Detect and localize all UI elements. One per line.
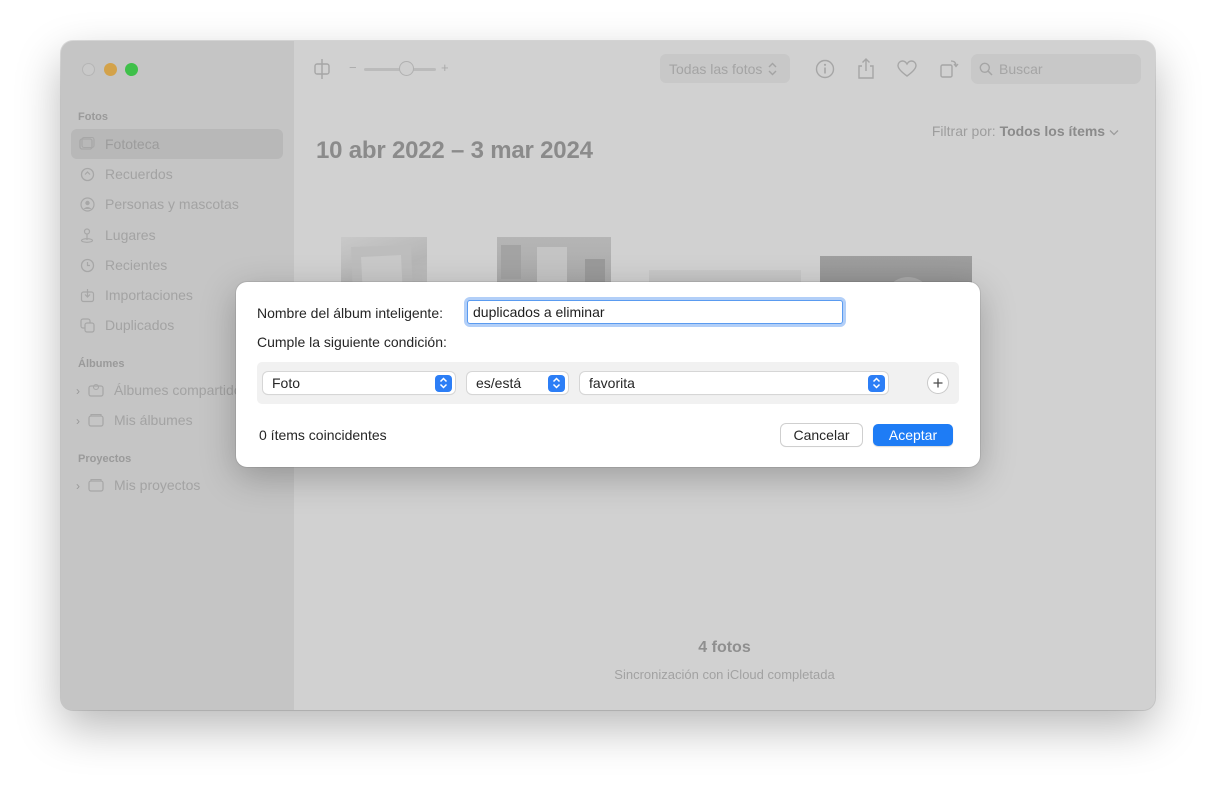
folder-icon [88,412,104,428]
field-popup[interactable]: Foto [263,372,455,394]
condition-label: Cumple la siguiente condición: [257,334,447,350]
sidebar-item-label: Recientes [105,257,168,273]
sidebar-item-label: Duplicados [105,317,175,333]
cancel-button[interactable]: Cancelar [781,424,862,446]
sidebar-item-label: Personas y mascotas [105,196,239,212]
memories-icon [79,166,95,182]
minimize-button[interactable] [104,63,117,76]
sidebar-section-proyectos: Proyectos [78,453,132,465]
date-range-title: 10 abr 2022 – 3 mar 2024 [316,137,593,164]
sidebar-item-lugares[interactable]: Lugares [71,220,283,250]
value-popup[interactable]: favorita [580,372,888,394]
sidebar-item-mis-proyectos[interactable]: Mis proyectos [80,470,284,500]
sidebar-item-label: Mis proyectos [114,477,201,493]
album-name-input[interactable] [467,300,843,324]
filter-label: Filtrar por: [931,123,996,139]
operator-popup-value: es/está [476,375,522,391]
sidebar-section-fotos: Fotos [78,111,108,123]
sync-status: Sincronización con iCloud completada [614,667,835,682]
shared-album-icon [88,382,104,398]
sidebar-item-label: Recuerdos [105,166,173,182]
condition-rule-row: Foto es/está favorita [257,362,959,404]
view-select[interactable]: Todas las fotos [660,54,790,83]
add-condition-button[interactable] [928,373,948,393]
smart-album-dialog: Nombre del álbum inteligente: Cumple la … [236,282,980,467]
rotate-icon[interactable] [938,58,960,80]
zoom-slider-knob[interactable] [400,62,413,75]
zoom-in-icon[interactable]: + [441,60,449,75]
filter-value: Todos los ítems [999,123,1106,139]
aspect-toggle-icon[interactable] [311,58,333,80]
sidebar-item-label: Importaciones [105,287,193,303]
close-button[interactable] [82,63,95,76]
updown-chevron-icon [435,374,452,392]
matching-count: 0 ítems coincidentes [259,427,387,443]
search-field[interactable]: Buscar [971,54,1141,84]
photo-count: 4 fotos [698,639,751,656]
sidebar-item-label: Fototeca [105,136,160,152]
search-icon [979,62,993,76]
import-icon [79,287,95,303]
sidebar-item-recuerdos[interactable]: Recuerdos [71,159,283,189]
sidebar-item-label: Mis álbumes [114,412,193,428]
zoom-out-icon[interactable]: − [349,60,357,75]
photo-library-icon [79,136,95,152]
info-icon[interactable] [814,58,836,80]
accept-button[interactable]: Aceptar [873,424,953,446]
album-name-label: Nombre del álbum inteligente: [257,305,443,321]
updown-chevron-icon [768,62,777,75]
maximize-button[interactable] [125,63,138,76]
sidebar-item-label: Álbumes compartidos [114,382,249,398]
folder-icon [88,477,104,493]
chevron-down-icon [1109,130,1119,136]
value-popup-value: favorita [589,375,635,391]
view-select-label: Todas las fotos [669,60,763,77]
filter-menu[interactable]: Filtrar por: Todos los ítems [932,123,1119,139]
share-icon[interactable] [855,58,877,80]
updown-chevron-icon [868,374,885,392]
duplicates-icon [79,317,95,333]
field-popup-value: Foto [272,375,301,391]
sidebar-item-fototeca[interactable]: Fototeca [71,129,283,159]
plus-icon [933,378,943,388]
places-icon [79,227,95,243]
clock-icon [79,257,95,273]
sidebar-item-recientes[interactable]: Recientes [71,250,283,280]
people-icon [79,196,95,212]
operator-popup[interactable]: es/está [467,372,568,394]
sidebar-item-personas[interactable]: Personas y mascotas [71,189,283,219]
updown-chevron-icon [548,374,565,392]
sidebar-item-label: Lugares [105,227,156,243]
search-placeholder: Buscar [999,61,1043,77]
heart-icon[interactable] [896,58,918,80]
sidebar-section-albumes: Álbumes [78,358,125,370]
